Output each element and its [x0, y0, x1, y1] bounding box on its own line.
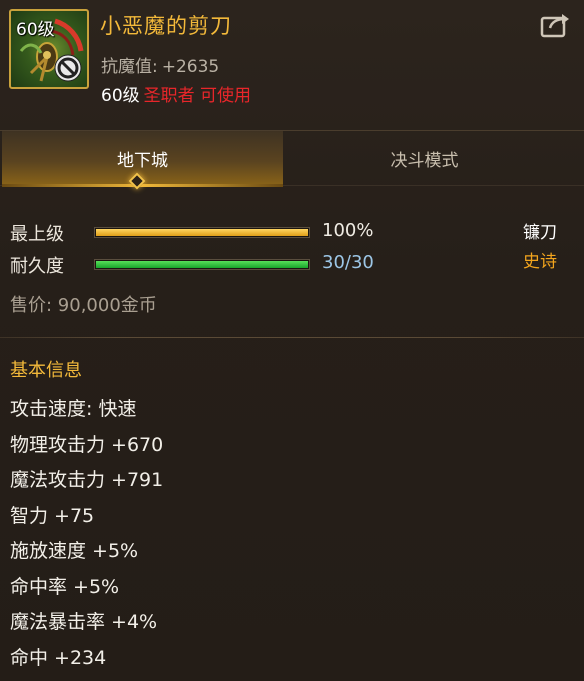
item-header: 60级 小恶魔的剪刀 抗魔值: +2635 60级 圣职者 可使用 [0, 0, 584, 120]
item-level-tag: 60级 [16, 20, 55, 40]
stat-magic-crit: 魔法暴击率 +4% [10, 611, 158, 633]
durability-label: 耐久度 [10, 256, 64, 277]
durability-value: 30/30 [322, 252, 374, 273]
weapon-type: 镰刀 [523, 223, 557, 243]
magic-resist-label: 抗魔值: [101, 57, 158, 77]
stat-accuracy: 命中 +234 [10, 646, 107, 669]
requirement-line: 60级 圣职者 可使用 [101, 81, 251, 106]
ban-icon [54, 54, 82, 82]
grade-bar-track [94, 227, 310, 238]
magic-resist-line: 抗魔值: +2635 [101, 52, 219, 77]
item-name: 小恶魔的剪刀 [100, 14, 232, 38]
share-icon[interactable] [540, 12, 572, 38]
stat-cast-speed: 施放速度 +5% [10, 540, 139, 562]
magic-resist-value: +2635 [161, 57, 220, 77]
sell-price: 售价: 90,000金币 [10, 295, 157, 316]
required-level: 60级 [101, 86, 140, 106]
grade-label: 最上级 [10, 224, 64, 245]
rarity-label: 史诗 [523, 252, 557, 272]
scissors-weapon-icon[interactable]: 60级 [9, 9, 89, 89]
required-class: 圣职者 可使用 [143, 86, 252, 106]
mode-tabs: 地下城 决斗模式 [0, 130, 584, 187]
stat-physical-attack: 物理攻击力 +670 [10, 433, 164, 456]
durability-bar-row: 耐久度 30/30 [10, 252, 410, 278]
grade-bar-fill [96, 229, 308, 236]
durability-bar-track [94, 259, 310, 270]
durability-bar-fill [96, 261, 308, 268]
stat-attack-speed: 攻击速度: 快速 [10, 398, 137, 420]
stat-list: 攻击速度: 快速 物理攻击力 +670 魔法攻击力 +791 智力 +75 施放… [10, 395, 163, 679]
tab-pvp-mode[interactable]: 决斗模式 [284, 131, 565, 186]
stat-intelligence: 智力 +75 [10, 504, 95, 527]
grade-bar-row: 最上级 100% [10, 220, 410, 246]
section-divider [0, 337, 584, 338]
stat-magic-attack: 魔法攻击力 +791 [10, 469, 164, 491]
grade-value: 100% [322, 220, 374, 241]
item-tooltip-panel: 60级 小恶魔的剪刀 抗魔值: +2635 60级 圣职者 可使用 地下城 决斗模式… [0, 0, 584, 681]
basic-info-title: 基本信息 [10, 360, 82, 381]
stat-hit-rate: 命中率 +5% [10, 575, 120, 598]
